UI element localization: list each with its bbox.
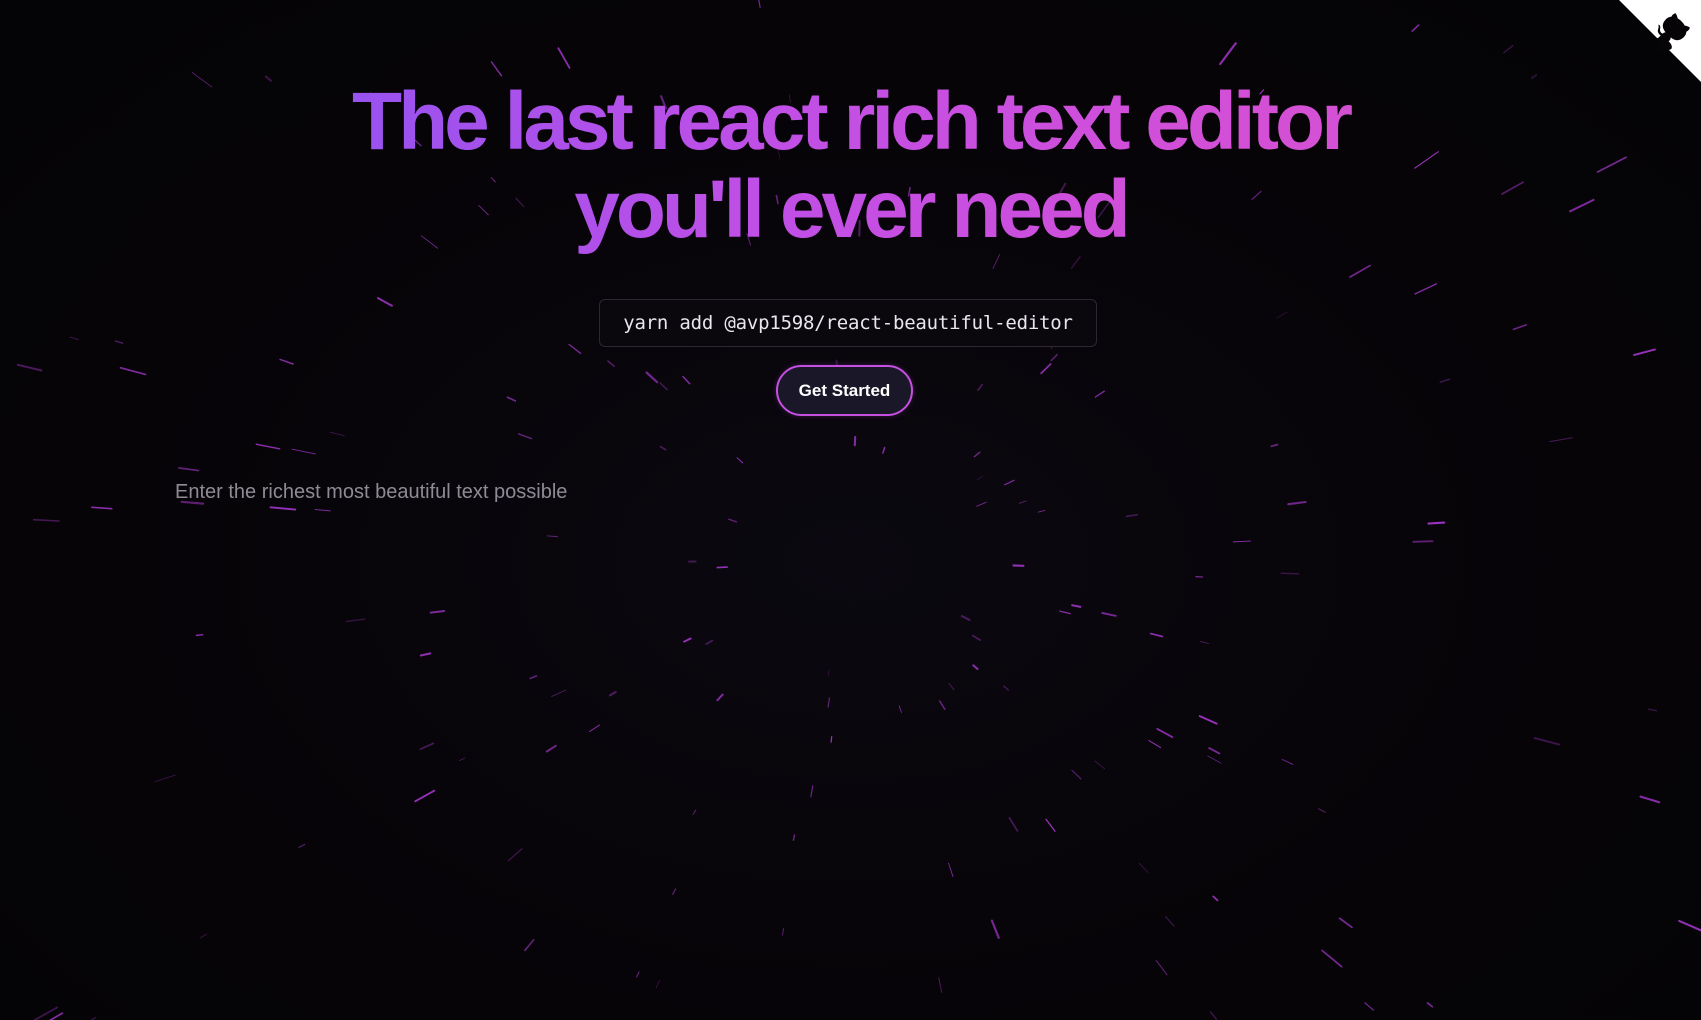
star-streak [1321, 949, 1343, 968]
star-streak [1512, 324, 1528, 331]
star-streak [1678, 919, 1701, 932]
star-streak [518, 433, 533, 440]
star-streak [992, 254, 1001, 269]
install-command[interactable]: yarn add @avp1598/react-beautiful-editor [599, 299, 1097, 347]
landing-page: The last react rich text editor you'll e… [0, 0, 1701, 1020]
star-streak [16, 363, 43, 372]
star-streak [255, 443, 281, 450]
star-streak [48, 1012, 64, 1020]
star-streak [490, 61, 503, 77]
star-streak [291, 448, 316, 455]
star-streak [659, 445, 667, 451]
star-streak [1040, 363, 1052, 375]
star-streak [977, 383, 984, 392]
star-streak [506, 396, 517, 402]
star-streak [1270, 443, 1279, 448]
star-streak [119, 366, 147, 376]
hero-headline: The last react rich text editor you'll e… [0, 78, 1701, 254]
star-streak [938, 977, 943, 993]
star-streak [279, 358, 294, 365]
rich-text-editor[interactable]: Enter the richest most beautiful text po… [160, 470, 1540, 950]
star-streak [635, 971, 640, 978]
star-streak [1648, 708, 1658, 712]
star-streak [607, 360, 615, 367]
star-streak [1050, 353, 1058, 362]
get-started-button[interactable]: Get Started [776, 365, 913, 416]
star-streak [91, 506, 113, 510]
star-streak [736, 457, 744, 464]
star-streak [645, 371, 659, 384]
star-streak [32, 518, 60, 522]
star-streak [114, 340, 124, 344]
star-streak [659, 382, 668, 391]
star-streak [1276, 311, 1288, 319]
star-streak [682, 375, 691, 385]
github-corner-link[interactable] [1619, 0, 1701, 82]
star-streak [1503, 44, 1514, 54]
star-streak [557, 47, 571, 69]
star-streak [1439, 378, 1451, 383]
star-streak [1426, 1002, 1434, 1008]
star-streak [655, 979, 660, 989]
star-streak [1219, 42, 1237, 66]
star-streak [1349, 264, 1371, 278]
star-streak [376, 297, 393, 307]
star-streak [568, 343, 582, 354]
star-streak [1364, 1002, 1375, 1011]
star-streak [1549, 437, 1573, 443]
star-streak [973, 451, 981, 458]
star-streak [1414, 283, 1438, 295]
star-streak [69, 336, 79, 341]
star-streak [1639, 795, 1661, 804]
star-streak [1633, 348, 1656, 356]
editor-placeholder: Enter the richest most beautiful text po… [175, 481, 568, 503]
star-streak [882, 446, 886, 454]
star-streak [1094, 390, 1105, 398]
star-streak [1209, 1011, 1218, 1020]
hero-headline-line-1: The last react rich text editor [351, 76, 1349, 167]
hero-headline-line-2: you'll ever need [574, 164, 1127, 255]
star-streak [1411, 24, 1420, 32]
star-streak [1155, 960, 1168, 976]
star-streak [758, 0, 761, 9]
star-streak [329, 431, 345, 437]
star-streak [1070, 256, 1081, 269]
